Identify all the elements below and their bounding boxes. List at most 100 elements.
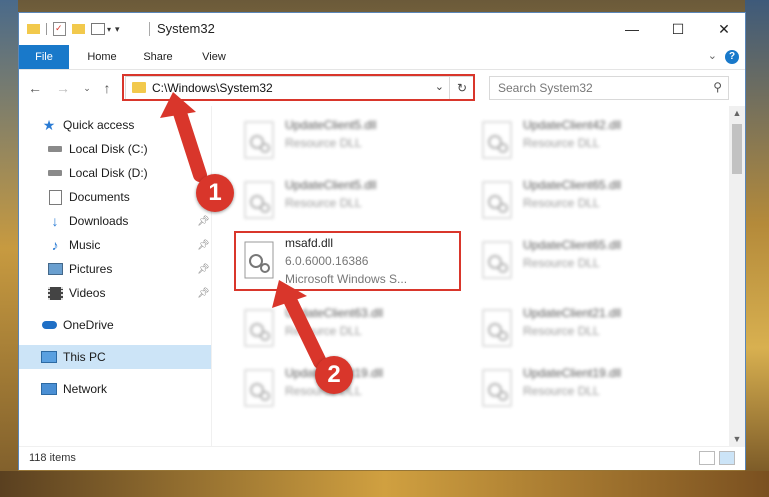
details-view-icon[interactable] <box>699 451 715 465</box>
file-name: UpdateClient19.dll <box>523 366 622 380</box>
sidebar-item-label: Quick access <box>63 118 135 132</box>
file-version: 6.0.6000.16386 <box>285 254 369 268</box>
sidebar-item-label: OneDrive <box>63 318 114 332</box>
sidebar-item-label: This PC <box>63 350 106 364</box>
network-icon <box>41 381 57 397</box>
file-description: Microsoft Windows S... <box>285 272 408 286</box>
dll-file-icon <box>482 121 512 159</box>
file-tile[interactable]: UpdateClient42.dll Resource DLL <box>475 114 705 170</box>
new-folder-icon[interactable] <box>72 24 85 34</box>
properties-icon[interactable]: ✓ <box>53 22 66 36</box>
refresh-button[interactable]: ↻ <box>449 77 474 99</box>
file-tile[interactable]: UpdateClient21.dll Resource DLL <box>475 302 705 358</box>
file-type: Resource DLL <box>523 256 600 270</box>
videos-icon <box>47 285 63 301</box>
sidebar-item-quick-access[interactable]: ★ Quick access <box>19 113 211 137</box>
file-tile-msafd[interactable]: msafd.dll 6.0.6000.16386 Microsoft Windo… <box>237 234 467 296</box>
address-path[interactable]: C:\Windows\System32 <box>152 81 273 95</box>
sidebar-item-label: Music <box>69 238 101 252</box>
window-title: System32 <box>157 21 215 36</box>
minimize-button[interactable]: — <box>609 13 655 45</box>
tab-view[interactable]: View <box>191 45 237 69</box>
file-name: UpdateClient21.dll <box>523 306 622 320</box>
file-list: UpdateClient5.dll Resource DLL UpdateCli… <box>219 106 729 446</box>
sidebar-item-label: Videos <box>69 286 106 300</box>
ribbon-tabs: File Home Share View ⌄ ? <box>19 45 745 70</box>
expand-ribbon-icon[interactable]: ⌄ <box>708 49 717 62</box>
dropdown-icon[interactable]: ▾ <box>107 25 111 34</box>
navigation-pane: ★ Quick access Local Disk (C:) Local Dis… <box>19 106 212 446</box>
file-name: UpdateClient65.dll <box>523 238 622 252</box>
close-button[interactable]: ✕ <box>701 13 747 45</box>
search-input[interactable]: Search System32 ⚲ <box>489 76 729 100</box>
file-explorer-window: ✓ ▾ ▾ System32 — ☐ ✕ File Home Share Vie… <box>18 12 746 470</box>
file-name: msafd.dll <box>285 236 334 250</box>
file-tile[interactable]: UpdateClient19.dll Resource DLL <box>475 362 705 418</box>
sidebar-item-this-pc[interactable]: This PC <box>19 345 211 369</box>
dll-file-icon <box>244 309 274 347</box>
file-type: Resource DLL <box>285 196 362 210</box>
sidebar-item-label: Downloads <box>69 214 129 228</box>
title-bar: ✓ ▾ ▾ System32 — ☐ ✕ <box>19 13 745 45</box>
step-badge-2: 2 <box>315 356 353 394</box>
pin-icon[interactable]: 📌︎ <box>197 264 210 275</box>
customize-toolbar-icon[interactable]: ▾ <box>115 24 120 35</box>
dll-file-icon <box>244 121 274 159</box>
scroll-up-icon[interactable]: ▲ <box>729 106 745 120</box>
file-type: Resource DLL <box>523 384 600 398</box>
file-tile[interactable]: UpdateClient5.dll Resource DLL <box>237 174 467 230</box>
help-button[interactable]: ? <box>725 50 739 64</box>
file-tile[interactable]: UpdateClient65.dll Resource DLL <box>475 234 705 290</box>
sidebar-item-local-disk-c[interactable]: Local Disk (C:) <box>19 137 211 161</box>
sidebar-item-label: Documents <box>69 190 130 204</box>
search-placeholder: Search System32 <box>498 81 593 95</box>
separator <box>149 22 150 36</box>
maximize-button[interactable]: ☐ <box>655 13 701 45</box>
item-count: 118 items <box>29 452 76 464</box>
sidebar-item-music[interactable]: ♪ Music 📌︎ <box>19 233 211 257</box>
view-options-icon[interactable] <box>91 23 105 35</box>
file-tile[interactable]: UpdateClient65.dll Resource DLL <box>475 174 705 230</box>
forward-button[interactable]: → <box>53 78 73 98</box>
sidebar-item-local-disk-d[interactable]: Local Disk (D:) <box>19 161 211 185</box>
sidebar-item-label: Network <box>63 382 108 396</box>
sidebar-item-pictures[interactable]: Pictures 📌︎ <box>19 257 211 281</box>
scroll-down-icon[interactable]: ▼ <box>729 432 745 446</box>
scrollbar-thumb[interactable] <box>732 124 742 174</box>
pin-icon[interactable]: 📌︎ <box>197 288 210 299</box>
chevron-down-icon[interactable]: ⌄ <box>435 80 444 93</box>
tab-share[interactable]: Share <box>133 45 183 69</box>
file-tile[interactable]: UpdateClient5.dll Resource DLL <box>237 114 467 170</box>
file-type: Resource DLL <box>523 136 600 150</box>
file-tile[interactable]: UpdateClient63.dll Resource DLL <box>237 302 467 358</box>
back-button[interactable]: ← <box>25 78 45 98</box>
dll-file-icon <box>482 369 512 407</box>
up-button[interactable]: ↑ <box>97 78 117 98</box>
sidebar-item-videos[interactable]: Videos 📌︎ <box>19 281 211 305</box>
large-icons-view-icon[interactable] <box>719 451 735 465</box>
address-bar[interactable]: C:\Windows\System32 ⌄ ↻ <box>125 76 475 100</box>
dll-file-icon <box>244 369 274 407</box>
pin-icon[interactable]: 📌︎ <box>197 216 210 227</box>
desktop-wallpaper-bottom <box>0 471 769 497</box>
search-icon[interactable]: ⚲ <box>713 80 722 94</box>
step-badge-1: 1 <box>196 174 234 212</box>
tab-home[interactable]: Home <box>77 45 127 69</box>
sidebar-item-label: Local Disk (D:) <box>69 166 148 180</box>
vertical-scrollbar[interactable]: ▲ ▼ <box>729 106 745 446</box>
status-bar: 118 items <box>19 446 745 470</box>
desktop-wallpaper-right <box>745 0 769 497</box>
drive-icon <box>47 165 63 181</box>
cloud-icon <box>41 317 57 333</box>
documents-icon <box>47 189 63 205</box>
recent-locations-button[interactable]: ⌄ <box>77 78 97 98</box>
dll-file-icon <box>244 241 274 279</box>
sidebar-item-documents[interactable]: Documents 📌︎ <box>19 185 211 209</box>
separator <box>46 23 47 35</box>
sidebar-item-network[interactable]: Network <box>19 377 211 401</box>
pin-icon[interactable]: 📌︎ <box>197 240 210 251</box>
tab-file[interactable]: File <box>19 45 69 69</box>
music-icon: ♪ <box>51 237 59 253</box>
sidebar-item-onedrive[interactable]: OneDrive <box>19 313 211 337</box>
sidebar-item-downloads[interactable]: ↓ Downloads 📌︎ <box>19 209 211 233</box>
